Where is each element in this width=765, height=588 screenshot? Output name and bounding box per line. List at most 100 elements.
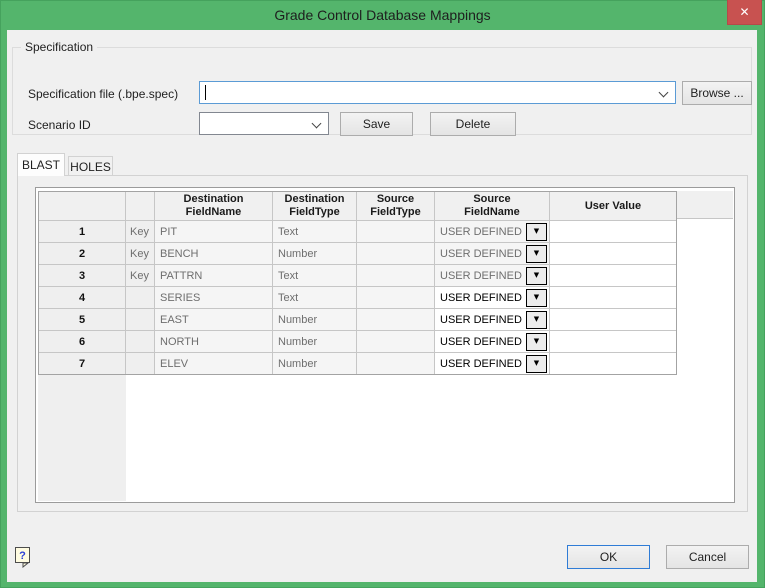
source-fieldtype-cell <box>357 264 435 286</box>
row-number-cell[interactable]: 6 <box>39 330 126 352</box>
table-row: 6 NORTH Number USER DEFINED ▼ <box>39 330 676 352</box>
grid-header-filler <box>677 191 733 219</box>
row-number-cell[interactable]: 4 <box>39 286 126 308</box>
chevron-down-icon[interactable] <box>659 88 669 98</box>
text-caret <box>205 85 206 100</box>
destination-fieldname-cell: PIT <box>155 220 273 242</box>
header-line: Source <box>473 193 510 206</box>
save-button[interactable]: Save <box>340 112 413 136</box>
header-line: Destination <box>184 193 244 206</box>
header-line: Destination <box>285 193 345 206</box>
dropdown-button[interactable]: ▼ <box>526 289 547 307</box>
source-fieldname-value: USER DEFINED <box>435 314 526 326</box>
user-value-cell[interactable] <box>550 352 676 374</box>
dropdown-button[interactable]: ▼ <box>526 311 547 329</box>
row-number-cell[interactable]: 5 <box>39 308 126 330</box>
scenario-id-combobox[interactable] <box>199 112 329 135</box>
tab-holes[interactable]: HOLES <box>68 156 113 176</box>
header-line: FieldType <box>289 206 340 219</box>
header-source-fieldname: Source FieldName <box>435 192 550 220</box>
row-number-cell[interactable]: 2 <box>39 242 126 264</box>
table-row: 7 ELEV Number USER DEFINED ▼ <box>39 352 676 374</box>
chevron-down-icon[interactable] <box>312 119 322 129</box>
ok-button[interactable]: OK <box>567 545 650 569</box>
browse-button[interactable]: Browse ... <box>682 81 752 105</box>
dropdown-button[interactable]: ▼ <box>526 355 547 373</box>
header-key <box>126 192 155 220</box>
dropdown-button[interactable]: ▼ <box>526 267 547 285</box>
key-cell <box>126 308 155 330</box>
scenario-id-label: Scenario ID <box>28 118 91 132</box>
help-icon[interactable]: ? <box>14 546 32 568</box>
destination-fieldname-cell: BENCH <box>155 242 273 264</box>
header-destination-fieldname: Destination FieldName <box>155 192 273 220</box>
destination-fieldname-cell: ELEV <box>155 352 273 374</box>
source-fieldname-value: USER DEFINED <box>435 292 526 304</box>
user-value-cell[interactable] <box>550 264 676 286</box>
source-fieldname-cell[interactable]: USER DEFINED ▼ <box>435 352 550 374</box>
tab-blast[interactable]: BLAST <box>17 153 65 176</box>
header-row-number <box>39 192 126 220</box>
destination-fieldtype-cell: Number <box>273 308 357 330</box>
cancel-button-label: Cancel <box>689 550 726 564</box>
row-number-cell[interactable]: 7 <box>39 352 126 374</box>
source-fieldname-value: USER DEFINED <box>435 270 526 282</box>
dropdown-arrow-icon: ▼ <box>534 360 539 367</box>
source-fieldname-cell[interactable]: USER DEFINED ▼ <box>435 330 550 352</box>
source-fieldname-value: USER DEFINED <box>435 336 526 348</box>
source-fieldname-cell[interactable]: USER DEFINED ▼ <box>435 308 550 330</box>
close-icon: ✕ <box>739 5 749 19</box>
dropdown-arrow-icon: ▼ <box>534 294 539 301</box>
destination-fieldtype-cell: Text <box>273 286 357 308</box>
destination-fieldname-cell: NORTH <box>155 330 273 352</box>
source-fieldtype-cell <box>357 220 435 242</box>
table-row: 3 Key PATTRN Text USER DEFINED ▼ <box>39 264 676 286</box>
dropdown-button[interactable]: ▼ <box>526 223 547 241</box>
destination-fieldtype-cell: Number <box>273 352 357 374</box>
row-number-cell[interactable]: 1 <box>39 220 126 242</box>
specification-groupbox: Specification Specification file (.bpe.s… <box>12 47 752 135</box>
dropdown-arrow-icon: ▼ <box>534 250 539 257</box>
user-value-cell[interactable] <box>550 330 676 352</box>
source-fieldtype-cell <box>357 286 435 308</box>
source-fieldname-cell[interactable]: USER DEFINED ▼ <box>435 220 550 242</box>
source-fieldname-value: USER DEFINED <box>435 248 526 260</box>
source-fieldname-value: USER DEFINED <box>435 358 526 370</box>
key-cell: Key <box>126 242 155 264</box>
cancel-button[interactable]: Cancel <box>666 545 749 569</box>
destination-fieldname-cell: SERIES <box>155 286 273 308</box>
user-value-cell[interactable] <box>550 286 676 308</box>
source-fieldname-cell[interactable]: USER DEFINED ▼ <box>435 242 550 264</box>
dropdown-button[interactable]: ▼ <box>526 245 547 263</box>
user-value-cell[interactable] <box>550 242 676 264</box>
source-fieldtype-cell <box>357 330 435 352</box>
destination-fieldname-cell: PATTRN <box>155 264 273 286</box>
source-fieldname-cell[interactable]: USER DEFINED ▼ <box>435 264 550 286</box>
specification-file-combobox[interactable] <box>199 81 676 104</box>
specification-group-label: Specification <box>21 40 97 54</box>
source-fieldtype-cell <box>357 352 435 374</box>
close-button[interactable]: ✕ <box>727 0 762 25</box>
row-number-cell[interactable]: 3 <box>39 264 126 286</box>
dropdown-arrow-icon: ▼ <box>534 338 539 345</box>
table-row: 2 Key BENCH Number USER DEFINED ▼ <box>39 242 676 264</box>
title-bar[interactable]: Grade Control Database Mappings <box>0 0 765 30</box>
source-fieldtype-cell <box>357 242 435 264</box>
user-value-cell[interactable] <box>550 220 676 242</box>
destination-fieldtype-cell: Number <box>273 242 357 264</box>
source-fieldname-cell[interactable]: USER DEFINED ▼ <box>435 286 550 308</box>
destination-fieldtype-cell: Text <box>273 264 357 286</box>
window-title: Grade Control Database Mappings <box>274 7 490 23</box>
mappings-table: Destination FieldName Destination FieldT… <box>38 191 677 375</box>
key-cell: Key <box>126 220 155 242</box>
dropdown-arrow-icon: ▼ <box>534 228 539 235</box>
destination-fieldname-cell: EAST <box>155 308 273 330</box>
table-row: 1 Key PIT Text USER DEFINED ▼ <box>39 220 676 242</box>
key-cell <box>126 352 155 374</box>
header-source-fieldtype: Source FieldType <box>357 192 435 220</box>
user-value-cell[interactable] <box>550 308 676 330</box>
header-line: Source <box>377 193 414 206</box>
delete-button[interactable]: Delete <box>430 112 516 136</box>
dropdown-button[interactable]: ▼ <box>526 333 547 351</box>
mappings-grid: Destination FieldName Destination FieldT… <box>35 187 735 503</box>
